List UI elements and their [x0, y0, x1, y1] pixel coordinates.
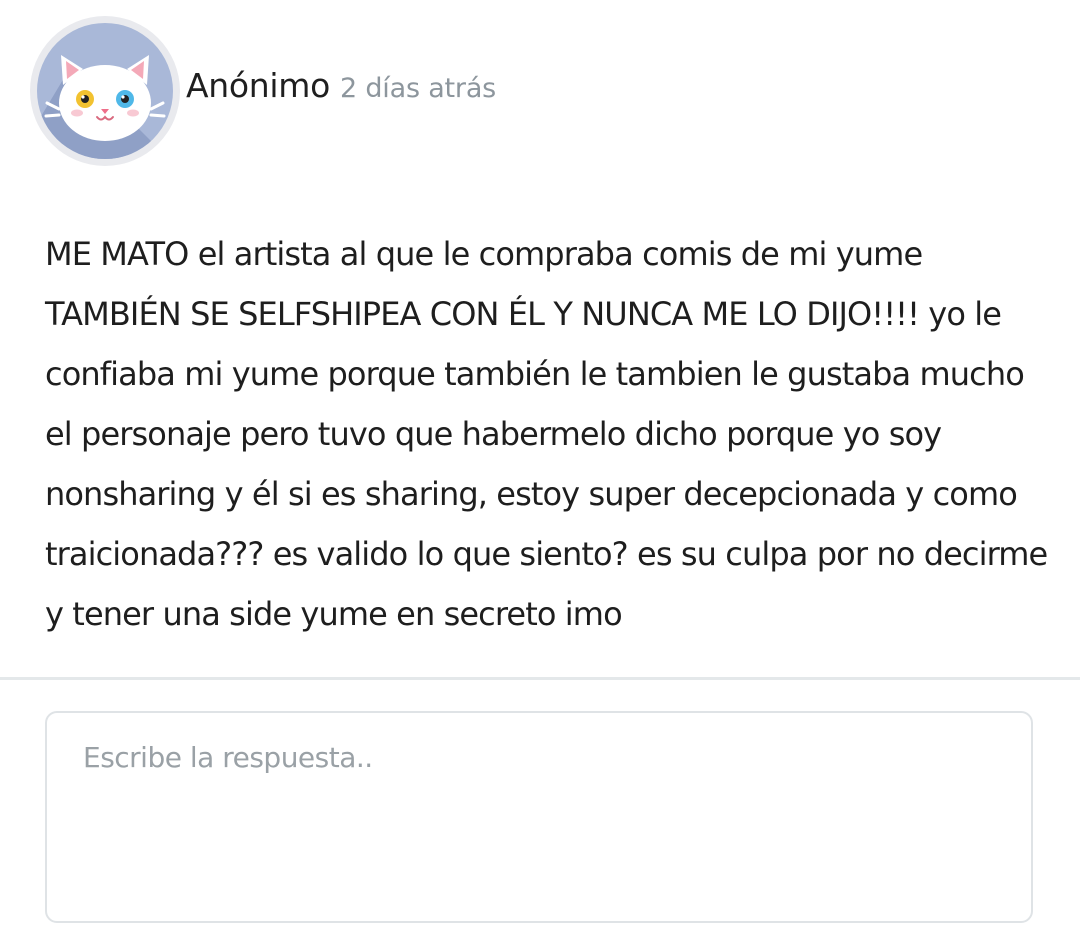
author-line: Anónimo 2 días atrás — [186, 66, 496, 105]
author-name[interactable]: Anónimo — [186, 66, 330, 105]
reply-box — [45, 711, 1033, 923]
post-header: Anónimo 2 días atrás — [0, 0, 1080, 180]
divider — [0, 677, 1080, 680]
post-timestamp: 2 días atrás — [340, 73, 497, 104]
avatar[interactable] — [30, 16, 180, 166]
white-cat-avatar-icon — [37, 23, 173, 159]
post-message: ME MATO el artista al que le compraba co… — [45, 235, 1048, 633]
reply-input[interactable] — [47, 713, 1031, 921]
